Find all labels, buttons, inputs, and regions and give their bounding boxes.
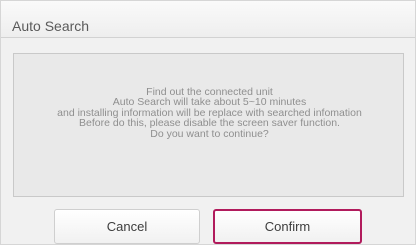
confirm-button[interactable]: Confirm	[213, 209, 362, 244]
dialog-title: Auto Search	[12, 18, 90, 34]
message-panel: Find out the connected unit Auto Search …	[13, 53, 404, 197]
message-line: Do you want to continue?	[150, 127, 269, 140]
auto-search-dialog: Auto Search Find out the connected unit …	[0, 0, 416, 245]
dialog-message: Find out the connected unit Auto Search …	[14, 87, 405, 140]
cancel-button[interactable]: Cancel	[54, 209, 200, 244]
dialog-title-bar: Auto Search	[1, 1, 415, 38]
